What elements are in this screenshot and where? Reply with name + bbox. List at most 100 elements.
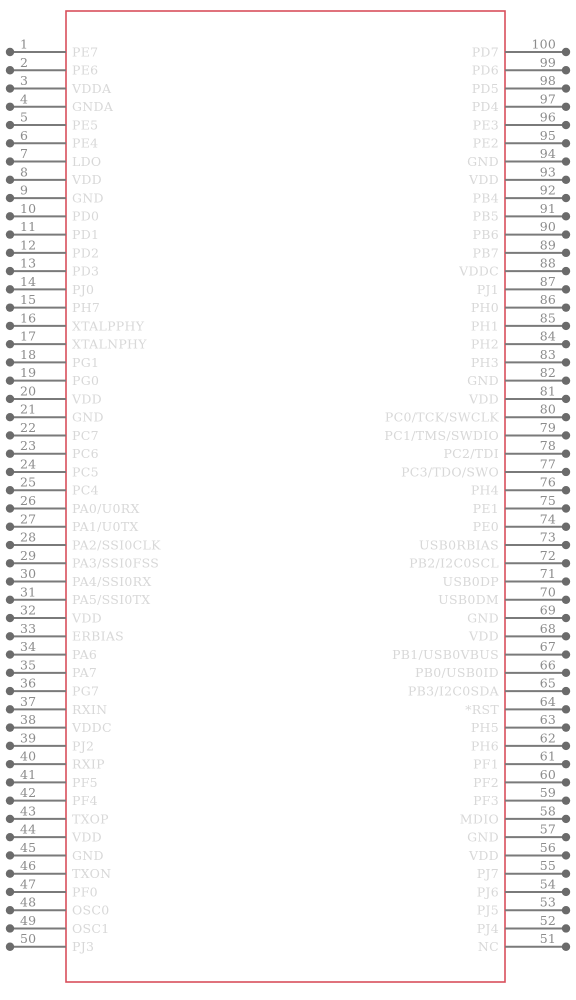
pin-connection-dot[interactable]	[561, 869, 571, 878]
pin-connection-dot[interactable]	[5, 120, 15, 130]
pin-connection-dot[interactable]	[561, 613, 571, 623]
pin-connection-dot[interactable]	[561, 759, 571, 769]
pin-connection-dot[interactable]	[5, 559, 15, 568]
pin-connection-dot[interactable]	[561, 193, 571, 203]
pin-connection-dot[interactable]	[561, 120, 571, 130]
pin-connection-dot[interactable]	[5, 285, 15, 294]
pin-connection-dot[interactable]	[561, 102, 571, 111]
pin-connection-dot[interactable]	[5, 193, 15, 203]
pin-connection-dot[interactable]	[561, 595, 571, 604]
pin-connection-dot[interactable]	[561, 887, 571, 897]
pin-connection-dot[interactable]	[5, 613, 15, 623]
pin-connection-dot[interactable]	[5, 778, 15, 787]
pin-connection-dot[interactable]	[561, 285, 571, 294]
pin-connection-dot[interactable]	[5, 139, 15, 148]
pin-connection-dot[interactable]	[5, 84, 15, 93]
pin-connection-dot[interactable]	[561, 650, 571, 659]
pin-connection-dot[interactable]	[561, 522, 571, 531]
pin-connection-dot[interactable]	[5, 869, 15, 878]
pin-connection-dot[interactable]	[5, 175, 15, 185]
pin-connection-dot[interactable]	[561, 486, 571, 495]
pin-connection-dot[interactable]	[561, 504, 571, 513]
pin-connection-dot[interactable]	[5, 230, 15, 239]
pin-connection-dot[interactable]	[5, 413, 15, 422]
pin-connection-dot[interactable]	[5, 668, 15, 678]
pin-connection-dot[interactable]	[5, 248, 15, 258]
pin-connection-dot[interactable]	[5, 577, 15, 586]
pin-connection-dot[interactable]	[561, 723, 571, 732]
pin-connection-dot[interactable]	[561, 577, 571, 586]
pin-connection-dot[interactable]	[5, 650, 15, 659]
pin-connection-dot[interactable]	[5, 741, 15, 751]
pin-connection-dot[interactable]	[5, 851, 15, 860]
pin-connection-dot[interactable]	[5, 887, 15, 897]
pin-connection-dot[interactable]	[5, 942, 15, 951]
pin-connection-dot[interactable]	[561, 66, 571, 75]
pin-connection-dot[interactable]	[5, 66, 15, 75]
pin-connection-dot[interactable]	[561, 851, 571, 860]
pin-connection-dot[interactable]	[5, 832, 15, 842]
pin-connection-dot[interactable]	[561, 47, 571, 57]
pin-connection-dot[interactable]	[5, 358, 15, 367]
pin-connection-dot[interactable]	[5, 504, 15, 513]
pin-connection-dot[interactable]	[561, 632, 571, 641]
pin-connection-dot[interactable]	[561, 796, 571, 805]
pin-connection-dot[interactable]	[5, 376, 15, 385]
pin-connection-dot[interactable]	[5, 705, 15, 714]
pin-connection-dot[interactable]	[5, 686, 15, 696]
pin-connection-dot[interactable]	[561, 778, 571, 787]
pin-connection-dot[interactable]	[5, 431, 15, 440]
pin-connection-dot[interactable]	[5, 321, 15, 331]
pin-connection-dot[interactable]	[561, 741, 571, 751]
pin-connection-dot[interactable]	[5, 540, 15, 550]
pin-connection-dot[interactable]	[5, 906, 15, 915]
pin-connection-dot[interactable]	[561, 139, 571, 148]
pin-connection-dot[interactable]	[561, 906, 571, 915]
pin-connection-dot[interactable]	[561, 559, 571, 568]
pin-connection-dot[interactable]	[561, 413, 571, 422]
pin-connection-dot[interactable]	[5, 814, 15, 824]
pin-connection-dot[interactable]	[561, 376, 571, 385]
pin-connection-dot[interactable]	[5, 467, 15, 477]
pin-connection-dot[interactable]	[561, 248, 571, 258]
pin-connection-dot[interactable]	[5, 47, 15, 57]
pin-connection-dot[interactable]	[561, 705, 571, 714]
pin-connection-dot[interactable]	[5, 339, 15, 349]
pin-connection-dot[interactable]	[561, 157, 571, 166]
pin-connection-dot[interactable]	[561, 449, 571, 458]
pin-connection-dot[interactable]	[5, 632, 15, 641]
pin-connection-dot[interactable]	[5, 212, 15, 221]
pin-connection-dot[interactable]	[5, 266, 15, 276]
pin-connection-dot[interactable]	[5, 394, 15, 404]
pin-connection-dot[interactable]	[5, 522, 15, 531]
pin-connection-dot[interactable]	[5, 924, 15, 933]
pin-connection-dot[interactable]	[561, 394, 571, 404]
pin-connection-dot[interactable]	[561, 339, 571, 349]
pin-connection-dot[interactable]	[561, 942, 571, 951]
pin-connection-dot[interactable]	[5, 759, 15, 769]
pin-connection-dot[interactable]	[5, 796, 15, 805]
pin-connection-dot[interactable]	[561, 175, 571, 185]
pin-connection-dot[interactable]	[5, 449, 15, 458]
pin-connection-dot[interactable]	[561, 431, 571, 440]
pin-connection-dot[interactable]	[5, 102, 15, 111]
pin-connection-dot[interactable]	[561, 540, 571, 550]
pin-connection-dot[interactable]	[561, 358, 571, 367]
pin-connection-dot[interactable]	[561, 266, 571, 276]
pin-connection-dot[interactable]	[561, 212, 571, 221]
pin-connection-dot[interactable]	[5, 723, 15, 732]
pin-connection-dot[interactable]	[561, 924, 571, 933]
pin-connection-dot[interactable]	[5, 486, 15, 495]
pin-connection-dot[interactable]	[561, 84, 571, 93]
pin-connection-dot[interactable]	[561, 303, 571, 312]
pin-connection-dot[interactable]	[561, 832, 571, 842]
pin-connection-dot[interactable]	[5, 157, 15, 166]
pin-connection-dot[interactable]	[561, 230, 571, 239]
pin-connection-dot[interactable]	[5, 595, 15, 604]
pin-connection-dot[interactable]	[5, 303, 15, 312]
pin-connection-dot[interactable]	[561, 686, 571, 696]
pin-connection-dot[interactable]	[561, 814, 571, 824]
pin-connection-dot[interactable]	[561, 321, 571, 331]
pin-connection-dot[interactable]	[561, 467, 571, 477]
pin-connection-dot[interactable]	[561, 668, 571, 678]
